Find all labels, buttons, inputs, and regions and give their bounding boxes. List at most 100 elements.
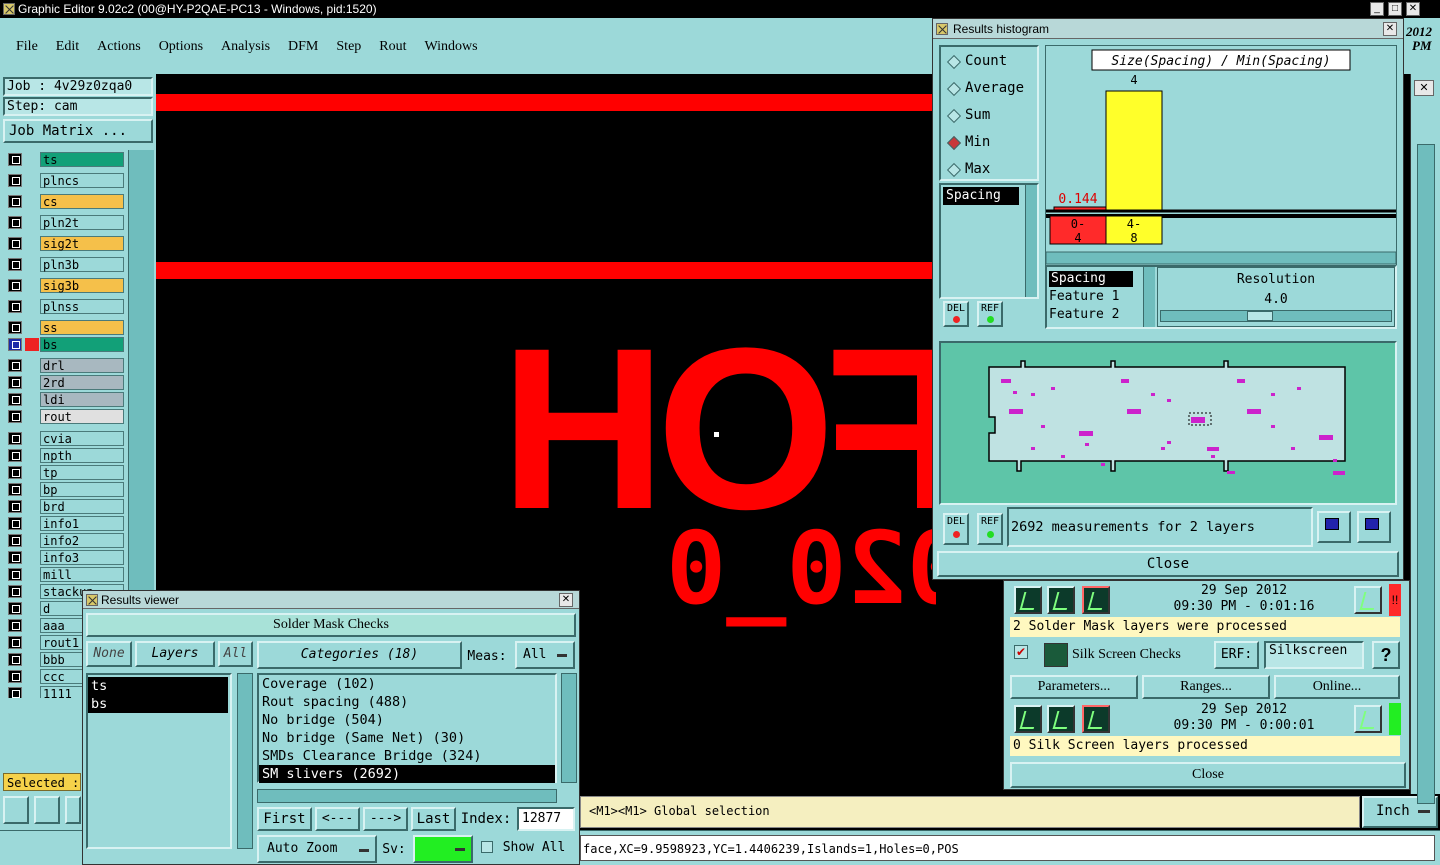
layer-checkbox-plnss[interactable] [8, 300, 22, 313]
layer-row-bp[interactable]: bp [8, 482, 124, 497]
layer-row-mill[interactable]: mill [8, 567, 124, 582]
menu-actions[interactable]: Actions [97, 39, 141, 54]
index-input[interactable]: 12877 [517, 807, 575, 831]
category-no-bridge-same-net[interactable]: No bridge (Same Net) (30) [259, 729, 555, 747]
resolution-slider[interactable] [1160, 310, 1392, 322]
menu-edit[interactable]: Edit [56, 39, 79, 54]
layer-row-info1[interactable]: info1 [8, 516, 124, 531]
last-button[interactable]: Last [411, 807, 456, 831]
categories-hscrollbar[interactable] [257, 789, 557, 803]
attr-feature-1[interactable]: Feature 1 [1049, 289, 1119, 304]
chart-hscrollbar[interactable] [1046, 251, 1396, 265]
layer-checkbox-ss[interactable] [8, 321, 22, 334]
menu-dfm[interactable]: DFM [288, 39, 318, 54]
layer-checkbox-rout[interactable] [8, 410, 22, 423]
layer-checkbox-plncs[interactable] [8, 174, 22, 187]
layer-checkbox-stackup[interactable] [8, 585, 22, 598]
layer-name-tp[interactable]: tp [40, 465, 124, 480]
auto-zoom-button[interactable]: Auto Zoom [257, 835, 377, 863]
layer-row-info3[interactable]: info3 [8, 550, 124, 565]
average-radio[interactable] [946, 81, 962, 97]
histogram-close-button[interactable]: Close [937, 551, 1399, 577]
attributes-scrollbar[interactable] [1143, 267, 1155, 327]
layer-checkbox-npth[interactable] [8, 449, 22, 462]
run-silk-icon-2[interactable] [1047, 705, 1075, 733]
board-preview[interactable] [939, 341, 1397, 505]
layer-name-ss[interactable]: ss [40, 320, 124, 335]
run-check-icon-3[interactable] [1082, 586, 1110, 614]
layer-checkbox-ts[interactable] [8, 153, 22, 166]
layer-checkbox-bbb[interactable] [8, 653, 22, 666]
layer-name-bs[interactable]: bs [40, 337, 124, 352]
category-coverage[interactable]: Coverage (102) [259, 675, 555, 693]
layer-name-pln3b[interactable]: pln3b [40, 257, 124, 272]
sum-radio[interactable] [946, 108, 962, 124]
layer-checkbox-tp[interactable] [8, 466, 22, 479]
category-no-bridge[interactable]: No bridge (504) [259, 711, 555, 729]
max-label[interactable]: Max [965, 161, 990, 177]
previous-button[interactable]: <--- [315, 807, 360, 831]
layer-row-ts[interactable]: ts [8, 152, 124, 167]
run-silk-icon-3[interactable] [1082, 705, 1110, 733]
layer-checkbox-mill[interactable] [8, 568, 22, 581]
layer-name-ldi[interactable]: ldi [40, 392, 124, 407]
layer-name-drl[interactable]: drl [40, 358, 124, 373]
category-sm-slivers[interactable]: SM slivers (2692) [259, 765, 555, 783]
layer-row-sig3b[interactable]: sig3b [8, 278, 124, 293]
layer-name-plnss[interactable]: plnss [40, 299, 124, 314]
layer-checkbox-sig2t[interactable] [8, 237, 22, 250]
layer-name-plncs[interactable]: plncs [40, 173, 124, 188]
layer-name-info3[interactable]: info3 [40, 550, 124, 565]
layer-checkbox-cvia[interactable] [8, 432, 22, 445]
del-button-bottom[interactable]: DEL [943, 513, 969, 545]
menu-windows[interactable]: Windows [425, 39, 478, 54]
histogram-close-x-button[interactable]: ✕ [1383, 22, 1397, 36]
layer-name-rout[interactable]: rout [40, 409, 124, 424]
layer-checkbox-sig3b[interactable] [8, 279, 22, 292]
first-button[interactable]: First [257, 807, 312, 831]
average-label[interactable]: Average [965, 80, 1024, 96]
layer-checkbox-pln3b[interactable] [8, 258, 22, 271]
silk-screen-checkbox[interactable]: ✔ [1014, 645, 1028, 659]
sv-selector[interactable] [413, 835, 473, 863]
online-button[interactable]: Online... [1274, 675, 1400, 699]
layer-name-bp[interactable]: bp [40, 482, 124, 497]
layer-checkbox-info1[interactable] [8, 517, 22, 530]
layer-list-scrollbar[interactable] [237, 673, 253, 849]
results-layer-ts[interactable]: ts [88, 677, 228, 695]
layer-name-2rd[interactable]: 2rd [40, 375, 124, 390]
none-button[interactable]: None [86, 641, 132, 667]
layer-name-npth[interactable]: npth [40, 448, 124, 463]
run-check-icon-2[interactable] [1047, 586, 1075, 614]
layer-name-ts[interactable]: ts [40, 152, 124, 167]
category-rout-spacing[interactable]: Rout spacing (488) [259, 693, 555, 711]
attr-feature-2[interactable]: Feature 2 [1049, 307, 1119, 322]
results-layer-bs[interactable]: bs [88, 695, 228, 713]
layer-name-sig2t[interactable]: sig2t [40, 236, 124, 251]
meas-selector[interactable]: All [515, 641, 575, 669]
zoom-tool-3-icon[interactable] [65, 796, 81, 824]
layer-checkbox-ccc[interactable] [8, 670, 22, 683]
layer-row-plncs[interactable]: plncs [8, 173, 124, 188]
run-silk-icon-1[interactable] [1014, 705, 1042, 733]
import-icon[interactable] [1357, 511, 1391, 543]
layer-row-pln2t[interactable]: pln2t [8, 215, 124, 230]
ranges-button[interactable]: Ranges... [1142, 675, 1270, 699]
right-edge-scrollbar[interactable] [1417, 144, 1435, 804]
layer-name-cvia[interactable]: cvia [40, 431, 124, 446]
layer-checkbox-rout1[interactable] [8, 636, 22, 649]
menu-options[interactable]: Options [159, 39, 203, 54]
ref-button-top[interactable]: REF [977, 301, 1003, 327]
layer-checkbox-ldi[interactable] [8, 393, 22, 406]
erf-value[interactable]: Silkscreen [1264, 641, 1364, 669]
results-viewer-close-button[interactable]: ✕ [559, 593, 573, 607]
histogram-list-spacing[interactable]: Spacing [943, 187, 1019, 205]
attr-spacing[interactable]: Spacing [1049, 271, 1133, 287]
layer-checkbox-cs[interactable] [8, 195, 22, 208]
parameters-button[interactable]: Parameters... [1010, 675, 1138, 699]
max-radio[interactable] [946, 162, 962, 178]
layer-row-info2[interactable]: info2 [8, 533, 124, 548]
run-check-icon-1[interactable] [1014, 586, 1042, 614]
close-window-button[interactable]: ✕ [1406, 2, 1420, 16]
layers-button[interactable]: Layers [135, 641, 215, 667]
